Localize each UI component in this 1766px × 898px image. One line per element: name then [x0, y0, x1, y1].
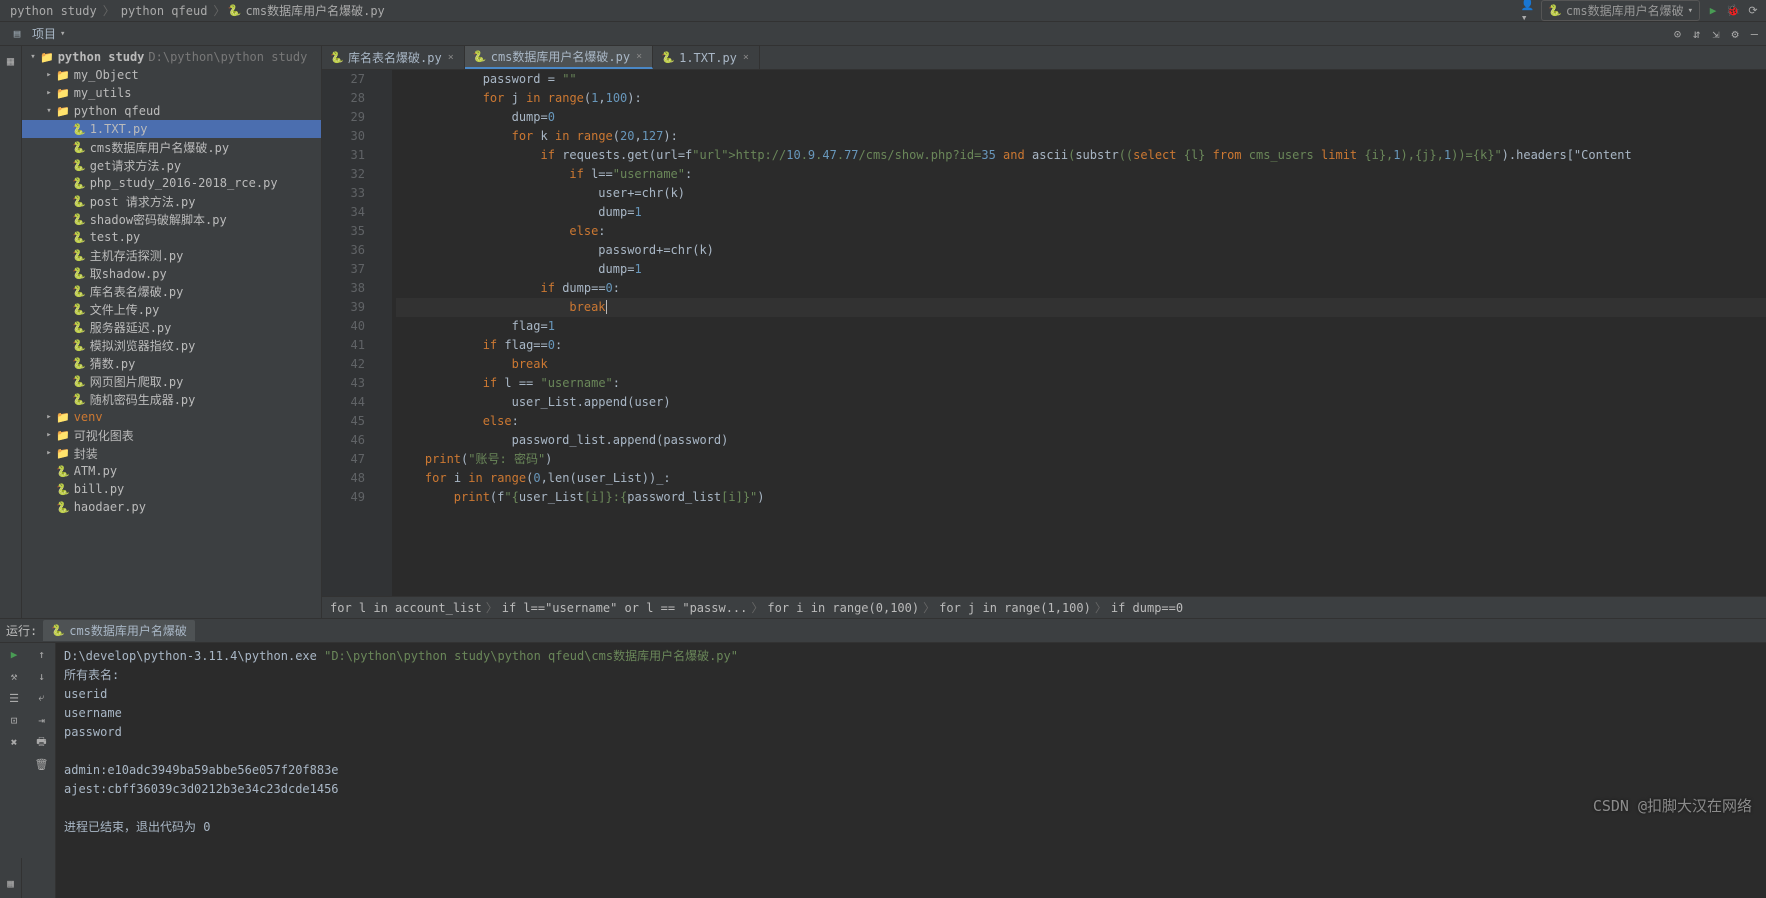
user-icon[interactable]: 👤▾	[1521, 4, 1535, 18]
tree-item[interactable]: ▾📁python qfeud	[22, 102, 321, 120]
console-output[interactable]: D:\develop\python-3.11.4\python.exe "D:\…	[56, 643, 1766, 898]
code-crumb[interactable]: for l in account_list	[330, 601, 482, 615]
clear-button[interactable]: 🗑	[35, 757, 49, 771]
pin-button[interactable]: ⊡	[7, 713, 21, 727]
settings-icon[interactable]: ⚙	[1728, 25, 1743, 43]
tree-root[interactable]: ▾📁python studyD:\python\python study	[22, 48, 321, 66]
expand-all-button[interactable]: ⇵	[1689, 25, 1704, 43]
scroll-to-end-button[interactable]: ⇥	[35, 713, 49, 727]
nav-breadcrumbs: python study 〉 python qfeud 〉 🐍 cms数据库用户…	[0, 0, 1766, 22]
tree-item[interactable]: 🐍主机存活探测.py	[22, 246, 321, 264]
more-actions-button[interactable]: ⟳	[1746, 4, 1760, 18]
soft-wrap-button[interactable]: ⤶	[35, 691, 49, 705]
structure-bottom-tab[interactable]: ▦	[7, 877, 14, 890]
down-button[interactable]: ↓	[35, 669, 49, 683]
editor-tab[interactable]: 🐍1.TXT.py×	[653, 46, 760, 69]
python-icon: 🐍	[227, 4, 241, 18]
run-panel-label: 运行:	[6, 622, 37, 639]
code-crumb[interactable]: for i in range(0,100)	[767, 601, 919, 615]
chevron-down-icon: ▾	[1688, 6, 1693, 16]
python-icon: 🐍	[51, 624, 65, 638]
crumb-2[interactable]: cms数据库用户名爆破.py	[241, 2, 388, 19]
crumb-0[interactable]: python study	[6, 4, 101, 18]
tree-item[interactable]: 🐍1.TXT.py	[22, 120, 321, 138]
tree-item[interactable]: 🐍get请求方法.py	[22, 156, 321, 174]
tree-item[interactable]: 🐍php_study_2016-2018_rce.py	[22, 174, 321, 192]
tree-item[interactable]: 🐍随机密码生成器.py	[22, 390, 321, 408]
editor-tab[interactable]: 🐍cms数据库用户名爆破.py×	[465, 46, 653, 69]
folder-icon: ▤	[10, 27, 24, 41]
close-button[interactable]: ✖	[7, 735, 21, 749]
tree-item[interactable]: 🐍模拟浏览器指纹.py	[22, 336, 321, 354]
tree-item[interactable]: 🐍ATM.py	[22, 462, 321, 480]
python-icon: 🐍	[1548, 4, 1562, 18]
rerun-button[interactable]: ▶	[7, 647, 21, 661]
crumb-1[interactable]: python qfeud	[117, 4, 212, 18]
tree-item[interactable]: 🐍cms数据库用户名爆破.py	[22, 138, 321, 156]
project-tree-panel: ▾📁python studyD:\python\python study▸📁my…	[22, 46, 322, 618]
select-opened-file-button[interactable]: ⊙	[1670, 25, 1685, 43]
run-button[interactable]: ▶	[1706, 4, 1720, 18]
tree-item[interactable]: 🐍文件上传.py	[22, 300, 321, 318]
line-number-gutter: 2728293031323334353637383940414243444546…	[322, 70, 378, 596]
tree-item[interactable]: 🐍服务器延迟.py	[22, 318, 321, 336]
layout-button[interactable]: ☰	[7, 691, 21, 705]
code-crumb[interactable]: for j in range(1,100)	[939, 601, 1091, 615]
print-button[interactable]: 🖶	[35, 735, 49, 749]
stop-button[interactable]: ⚒	[7, 669, 21, 683]
tree-item[interactable]: 🐍取shadow.py	[22, 264, 321, 282]
close-icon[interactable]: ×	[446, 52, 456, 63]
editor-tabs: 🐍库名表名爆破.py×🐍cms数据库用户名爆破.py×🐍1.TXT.py×	[322, 46, 1766, 70]
close-icon[interactable]: ×	[634, 51, 644, 62]
project-toolbar: ▤ 项目 ▾ ⊙ ⇵ ⇲ ⚙ —	[0, 22, 1766, 46]
hide-button[interactable]: —	[1747, 25, 1762, 43]
project-view-label[interactable]: ▤ 项目 ▾	[4, 23, 71, 44]
run-configuration-dropdown[interactable]: 🐍 cms数据库用户名爆破 ▾	[1541, 0, 1700, 21]
tree-item[interactable]: 🐍网页图片爬取.py	[22, 372, 321, 390]
up-button[interactable]: ↑	[35, 647, 49, 661]
tree-item[interactable]: 🐍post 请求方法.py	[22, 192, 321, 210]
chevron-down-icon: ▾	[60, 29, 65, 39]
tree-item[interactable]: 🐍bill.py	[22, 480, 321, 498]
left-tool-window-bar: ▦	[0, 46, 22, 618]
debug-button[interactable]: 🐞	[1726, 4, 1740, 18]
editor-tab[interactable]: 🐍库名表名爆破.py×	[322, 46, 465, 69]
fold-gutter	[378, 70, 392, 596]
tree-item[interactable]: 🐍库名表名爆破.py	[22, 282, 321, 300]
tree-item[interactable]: ▸📁my_Object	[22, 66, 321, 84]
tree-item[interactable]: ▸📁venv	[22, 408, 321, 426]
watermark: CSDN @扣脚大汉在网络	[1593, 795, 1752, 816]
tree-item[interactable]: ▸📁my_utils	[22, 84, 321, 102]
code-breadcrumb: for l in account_list〉if l=="username" o…	[322, 596, 1766, 618]
run-tab[interactable]: 🐍 cms数据库用户名爆破	[43, 620, 195, 641]
tree-item[interactable]: ▸📁可视化图表	[22, 426, 321, 444]
tree-item[interactable]: 🐍haodaer.py	[22, 498, 321, 516]
structure-tab[interactable]: ▦	[7, 54, 14, 68]
code-crumb[interactable]: if dump==0	[1111, 601, 1183, 615]
close-icon[interactable]: ×	[741, 52, 751, 63]
tree-item[interactable]: 🐍test.py	[22, 228, 321, 246]
collapse-all-button[interactable]: ⇲	[1708, 25, 1723, 43]
code-editor[interactable]: password = "" for j in range(1,100): dum…	[392, 70, 1766, 596]
tree-item[interactable]: 🐍shadow密码破解脚本.py	[22, 210, 321, 228]
tree-item[interactable]: ▸📁封装	[22, 444, 321, 462]
code-crumb[interactable]: if l=="username" or l == "passw...	[502, 601, 748, 615]
tree-item[interactable]: 🐍猜数.py	[22, 354, 321, 372]
